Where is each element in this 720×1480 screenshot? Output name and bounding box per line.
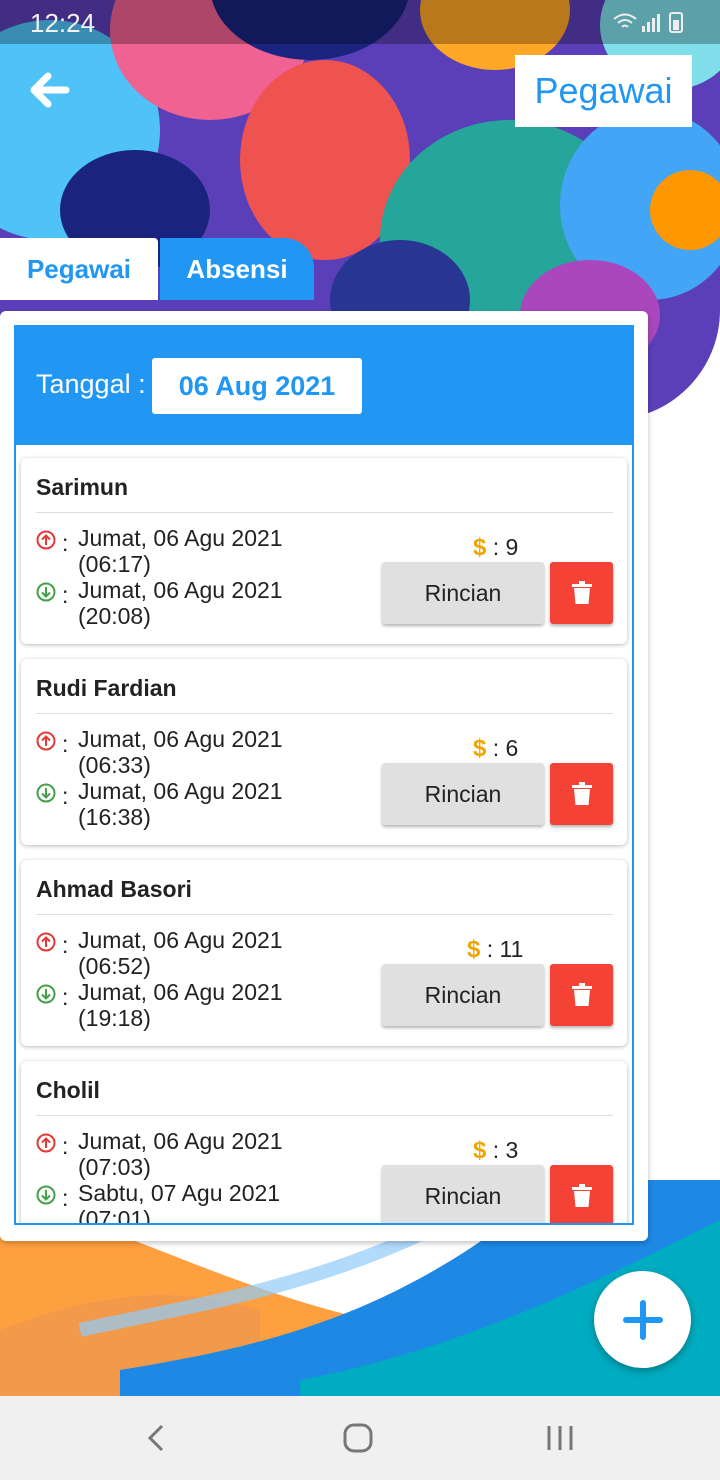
chevron-left-icon (147, 1424, 164, 1452)
status-icons (612, 10, 696, 39)
nav-recents-button[interactable] (538, 1416, 582, 1460)
dollar-icon: $ (473, 735, 487, 762)
trash-icon (571, 983, 592, 1006)
attendance-card: Sarimun : Jumat, 06 Agu 2021 (06:17) : J… (21, 458, 627, 644)
employee-name: Sarimun (36, 474, 129, 500)
employee-name: Rudi Fardian (36, 675, 177, 701)
dollar-icon: $ (467, 936, 481, 963)
arrow-up-circle-icon (36, 731, 56, 751)
check-in-time: Jumat, 06 Agu 2021 (06:17) (78, 525, 283, 577)
rincian-button[interactable]: Rincian (382, 763, 544, 825)
trash-icon (571, 1184, 592, 1207)
tab-pegawai[interactable]: Pegawai (0, 238, 158, 300)
date-filter-bar: Tanggal : 06 Aug 2021 (16, 327, 632, 445)
nav-home-button[interactable] (336, 1416, 380, 1460)
check-out-time: Jumat, 06 Agu 2021 (16:38) (78, 778, 283, 830)
rincian-button[interactable]: Rincian (382, 964, 544, 1026)
amount-value: : 3 (492, 1137, 519, 1163)
amount: $ : 9 (473, 534, 518, 562)
arrow-up-circle-icon (36, 932, 56, 952)
amount: $ : 3 (473, 1137, 518, 1165)
divider (36, 512, 613, 513)
check-in-time: Jumat, 06 Agu 2021 (06:52) (78, 927, 283, 979)
check-out-time: Sabtu, 07 Agu 2021 (07:01) (78, 1180, 281, 1225)
home-icon (343, 1423, 373, 1453)
check-in-time: Jumat, 06 Agu 2021 (06:33) (78, 726, 283, 778)
amount: $ : 11 (467, 936, 523, 964)
delete-button[interactable] (550, 562, 613, 624)
delete-button[interactable] (550, 1165, 613, 1223)
attendance-card: Rudi Fardian : Jumat, 06 Agu 2021 (06:33… (21, 659, 627, 845)
amount-value: : 11 (486, 936, 524, 962)
amount: $ : 6 (473, 735, 518, 763)
date-label: Tanggal : (36, 369, 146, 399)
page-title: Pegawai (515, 55, 692, 127)
signal-icon (642, 14, 660, 32)
back-button[interactable] (26, 66, 74, 114)
divider (36, 1115, 613, 1116)
system-nav-bar (0, 1396, 720, 1480)
add-attendance-button[interactable] (594, 1271, 691, 1368)
tab-absensi[interactable]: Absensi (160, 238, 314, 300)
plus-icon (622, 1299, 663, 1340)
arrow-left-icon (30, 72, 70, 108)
arrow-down-circle-icon (36, 1185, 56, 1205)
check-out-time: Jumat, 06 Agu 2021 (19:18) (78, 979, 283, 1031)
amount-value: : 6 (492, 735, 519, 761)
arrow-down-circle-icon (36, 783, 56, 803)
attendance-container: Tanggal : 06 Aug 2021 Sarimun : Jumat, 0… (14, 325, 634, 1225)
rincian-button[interactable]: Rincian (382, 562, 544, 624)
arrow-up-circle-icon (36, 530, 56, 550)
employee-name: Ahmad Basori (36, 876, 192, 902)
check-out-time: Jumat, 06 Agu 2021 (20:08) (78, 577, 283, 629)
check-in-time: Jumat, 06 Agu 2021 (07:03) (78, 1128, 283, 1180)
dollar-icon: $ (473, 1137, 487, 1164)
attendance-card: Cholil : Jumat, 06 Agu 2021 (07:03) : Sa… (21, 1061, 627, 1225)
arrow-down-circle-icon (36, 984, 56, 1004)
attendance-card: Ahmad Basori : Jumat, 06 Agu 2021 (06:52… (21, 860, 627, 1046)
rincian-button[interactable]: Rincian (382, 1165, 544, 1223)
amount-value: : 9 (492, 534, 519, 560)
attendance-list[interactable]: Sarimun : Jumat, 06 Agu 2021 (06:17) : J… (16, 445, 632, 1225)
delete-button[interactable] (550, 763, 613, 825)
recents-icon (547, 1426, 573, 1450)
arrow-up-circle-icon (36, 1133, 56, 1153)
date-picker-button[interactable]: 06 Aug 2021 (152, 358, 362, 414)
divider (36, 914, 613, 915)
employee-name: Cholil (36, 1077, 100, 1103)
nav-back-button[interactable] (134, 1416, 178, 1460)
arrow-down-circle-icon (36, 582, 56, 602)
delete-button[interactable] (550, 964, 613, 1026)
wifi-icon (613, 13, 637, 28)
trash-icon (571, 782, 592, 805)
tab-bar: Pegawai Absensi (0, 238, 314, 300)
battery-icon (669, 12, 683, 33)
status-time: 12:24 (30, 8, 96, 38)
dollar-icon: $ (473, 534, 487, 561)
trash-icon (571, 581, 592, 604)
status-bar: 12:24 (0, 0, 720, 44)
divider (36, 713, 613, 714)
attendance-panel: Tanggal : 06 Aug 2021 Sarimun : Jumat, 0… (0, 311, 648, 1241)
